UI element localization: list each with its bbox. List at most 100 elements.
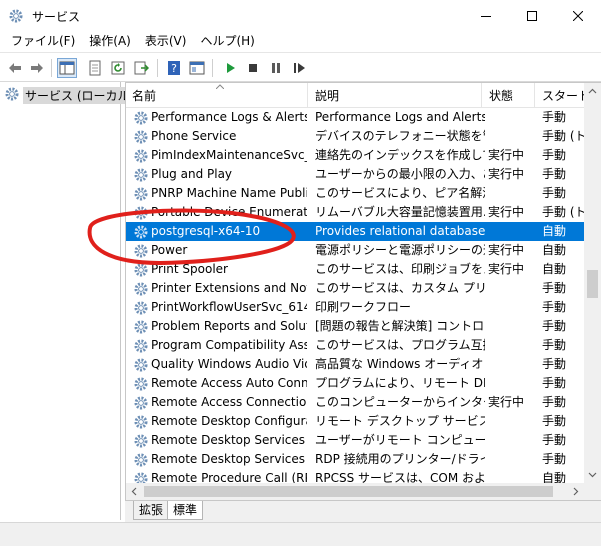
service-startup-type: 手動	[542, 395, 567, 409]
table-row[interactable]: PimIndexMaintenanceSvc_6... 連絡先のインデックスを作成…	[126, 146, 586, 165]
show-hide-console-tree-button[interactable]	[57, 58, 77, 78]
service-gear-icon	[133, 262, 149, 278]
service-name: Remote Desktop Services Us...	[151, 452, 307, 466]
service-startup-type: 手動	[542, 300, 567, 314]
service-description: 連絡先のインデックスを作成して...	[315, 148, 485, 162]
console-view-button[interactable]	[187, 58, 207, 78]
service-startup-type: 自動	[542, 243, 567, 257]
help-button[interactable]: ?	[164, 58, 184, 78]
service-name: PrintWorkflowUserSvc_61490	[151, 300, 307, 314]
pause-service-button[interactable]	[266, 58, 286, 78]
table-row[interactable]: Remote Desktop Services Us... RDP 接続用のプリン…	[126, 450, 586, 469]
table-row[interactable]: Remote Access Auto Conne... プログラムにより、リモート…	[126, 374, 586, 393]
minimize-button[interactable]	[463, 0, 509, 31]
table-row[interactable]: Remote Access Connection ... このコンピューターからイ…	[126, 393, 586, 412]
service-name: Problem Reports and Soluti...	[151, 319, 307, 333]
menu-bar: ファイル(F) 操作(A) 表示(V) ヘルプ(H)	[0, 31, 601, 52]
service-description: このサービスは、プログラム互換性...	[315, 338, 485, 352]
tab-extended[interactable]: 拡張	[133, 501, 170, 520]
table-row[interactable]: Remote Desktop Configurat... リモート デスクトップ …	[126, 412, 586, 431]
service-status: 実行中	[488, 148, 525, 162]
table-row[interactable]: Plug and Play ユーザーからの最小限の入力、あ...実行中 手動	[126, 165, 586, 184]
properties-sheet-icon[interactable]	[85, 58, 105, 78]
service-name: Portable Device Enumerator...	[151, 205, 307, 219]
service-status	[488, 374, 536, 393]
vertical-scrollbar[interactable]	[584, 83, 601, 483]
service-description: ユーザーからの最小限の入力、あ...	[315, 167, 485, 181]
service-description: [問題の報告と解決策] コントロ...	[315, 319, 485, 333]
table-row[interactable]: Printer Extensions and Notif... このサービスは、カ…	[126, 279, 586, 298]
column-header-status[interactable]: 状態	[483, 83, 535, 108]
services-gear-icon	[4, 86, 20, 105]
menu-help[interactable]: ヘルプ(H)	[193, 31, 261, 52]
service-startup-type: 手動	[542, 338, 567, 352]
table-row[interactable]: PNRP Machine Name Publi... このサービスにより、ピア名解…	[126, 184, 586, 203]
service-status	[488, 127, 536, 146]
start-service-button[interactable]	[220, 58, 240, 78]
column-header-description[interactable]: 説明	[309, 83, 482, 108]
refresh-button[interactable]	[108, 58, 128, 78]
service-description: このコンピューターからインターネッ...	[315, 395, 485, 409]
service-description: Provides relational database ...	[315, 224, 485, 238]
service-gear-icon	[133, 224, 149, 240]
service-status	[488, 222, 536, 241]
vertical-scroll-thumb[interactable]	[587, 270, 598, 298]
table-row[interactable]: Power 電源ポリシーと電源ポリシーの通...実行中 自動	[126, 241, 586, 260]
back-button[interactable]	[5, 58, 25, 78]
tree-item-services-local[interactable]: サービス (ローカル)	[4, 86, 137, 105]
scroll-left-arrow-icon[interactable]	[130, 487, 139, 496]
menu-action[interactable]: 操作(A)	[82, 31, 138, 52]
service-status	[488, 184, 536, 203]
table-row[interactable]: Quality Windows Audio Vid... 高品質な Windows…	[126, 355, 586, 374]
horizontal-scroll-thumb[interactable]	[144, 486, 553, 497]
table-row[interactable]: Problem Reports and Soluti... [問題の報告と解決策]…	[126, 317, 586, 336]
service-name: Remote Desktop Configurat...	[151, 414, 307, 428]
table-row[interactable]: Program Compatibility Assis... このサービスは、プロ…	[126, 336, 586, 355]
table-row[interactable]: Performance Logs & Alerts Performance Log…	[126, 108, 586, 127]
service-gear-icon	[133, 186, 149, 202]
horizontal-scrollbar[interactable]	[126, 483, 584, 500]
service-description: ユーザーがリモート コンピューターに...	[315, 433, 485, 447]
service-startup-type: 手動	[542, 148, 567, 162]
service-gear-icon	[133, 395, 149, 411]
table-row[interactable]: Portable Device Enumerator... リムーバブル大容量記憶…	[126, 203, 586, 222]
service-startup-type: 手動 (ト	[542, 129, 586, 143]
table-row[interactable]: Print Spooler このサービスは、印刷ジョブをスプ...実行中 自動	[126, 260, 586, 279]
menu-view[interactable]: 表示(V)	[138, 31, 194, 52]
service-gear-icon	[133, 205, 149, 221]
service-gear-icon	[133, 167, 149, 183]
maximize-button[interactable]	[509, 0, 555, 31]
service-description: RDP 接続用のプリンター/ドライ...	[315, 452, 485, 466]
service-startup-type: 手動	[542, 319, 567, 333]
menu-file[interactable]: ファイル(F)	[4, 31, 82, 52]
stop-service-button[interactable]	[243, 58, 263, 78]
close-button[interactable]	[555, 0, 601, 31]
service-name: Remote Access Connection ...	[151, 395, 307, 409]
service-description: リモート デスクトップ サービスとリモ...	[315, 414, 485, 428]
status-bar	[0, 522, 601, 546]
scroll-right-arrow-icon[interactable]	[571, 487, 580, 496]
tree-item-label: サービス (ローカル)	[23, 86, 137, 104]
service-startup-type: 手動	[542, 110, 567, 124]
forward-button[interactable]	[27, 58, 47, 78]
export-list-button[interactable]	[131, 58, 151, 78]
service-status: 実行中	[488, 395, 525, 409]
table-row[interactable]: Phone Service デバイスのテレフォニー状態を管... 手動 (ト	[126, 127, 586, 146]
restart-service-button[interactable]	[289, 58, 309, 78]
service-gear-icon	[133, 129, 149, 145]
scroll-up-arrow-icon[interactable]	[588, 87, 597, 96]
service-name: Print Spooler	[151, 262, 228, 276]
column-header-status-label: 状態	[489, 89, 514, 103]
service-gear-icon	[133, 148, 149, 164]
list-header: 名前 説明 状態 スタートア	[126, 83, 596, 108]
table-row[interactable]: PrintWorkflowUserSvc_61490 印刷ワークフロー 手動	[126, 298, 586, 317]
service-name: PimIndexMaintenanceSvc_6...	[151, 148, 307, 162]
table-row[interactable]: Remote Desktop Services ユーザーがリモート コンピューター…	[126, 431, 586, 450]
service-description: 高品質な Windows オーディオ ...	[315, 357, 485, 371]
service-name: Remote Desktop Services	[151, 433, 306, 447]
service-status: 実行中	[488, 167, 525, 181]
table-row[interactable]: postgresql-x64-10 Provides relational dat…	[126, 222, 586, 241]
scroll-down-arrow-icon[interactable]	[588, 470, 597, 479]
tab-standard[interactable]: 標準	[167, 501, 204, 520]
service-status	[488, 336, 536, 355]
